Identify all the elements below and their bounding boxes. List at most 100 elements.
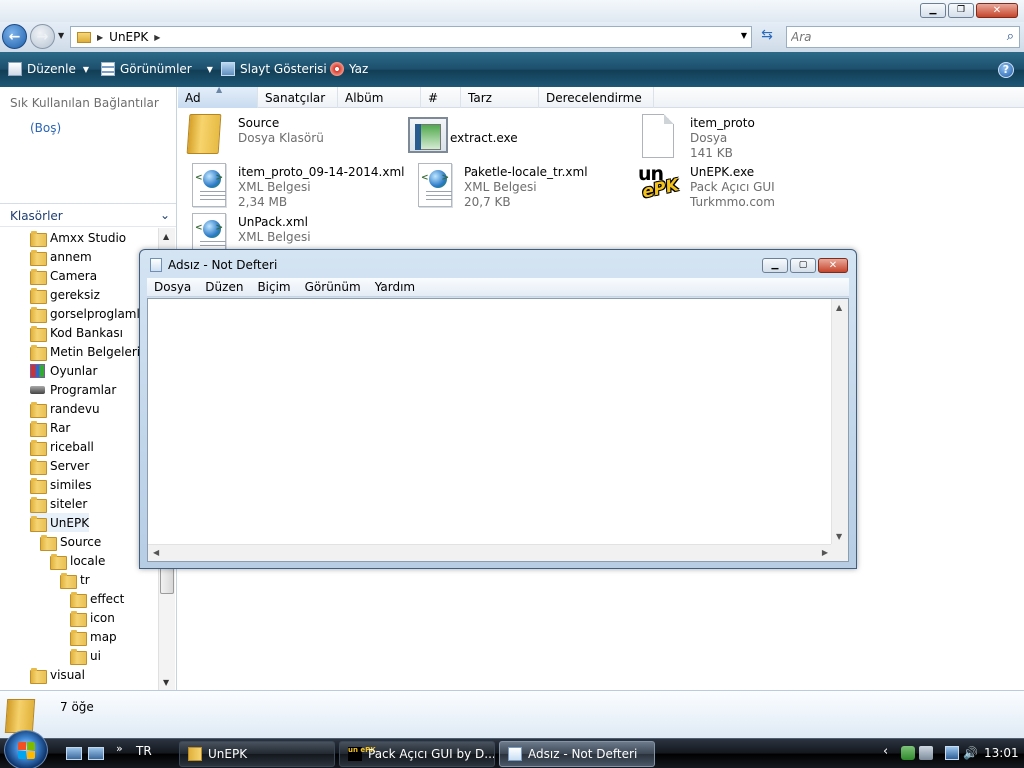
menu-item[interactable]: Biçim: [250, 280, 297, 294]
file-item[interactable]: Source Dosya Klasörü: [178, 111, 398, 161]
scroll-down-icon[interactable]: ▼: [836, 532, 842, 541]
horizontal-scrollbar[interactable]: ◀ ▶: [148, 544, 833, 561]
notepad-close-button[interactable]: ✕: [818, 258, 848, 273]
network-icon[interactable]: [945, 746, 959, 760]
language-indicator[interactable]: TR: [136, 744, 152, 758]
views-button[interactable]: Görünümler ▼: [101, 62, 213, 76]
scroll-right-icon[interactable]: ▶: [822, 548, 828, 557]
file-item[interactable]: item_proto Dosya 141 KB: [630, 111, 850, 161]
column-header[interactable]: Albüm: [338, 87, 421, 108]
organize-button[interactable]: Düzenle ▼: [8, 62, 89, 76]
tree-item[interactable]: map: [70, 627, 117, 646]
size-grip[interactable]: [831, 544, 848, 561]
tree-item[interactable]: UnEPK: [30, 513, 90, 532]
tree-item[interactable]: similes: [30, 475, 92, 494]
vertical-scrollbar[interactable]: ▲ ▼: [831, 299, 848, 545]
tree-item[interactable]: visual: [30, 665, 85, 684]
search-icon[interactable]: ⌕: [1007, 29, 1014, 44]
tree-item[interactable]: Kod Bankası: [30, 323, 123, 342]
tree-item[interactable]: annem: [30, 247, 92, 266]
menu-item[interactable]: Görünüm: [298, 280, 368, 294]
notepad-window[interactable]: Adsız - Not Defteri ▁ ▢ ✕ Dosya Düzen Biçi…: [139, 249, 857, 569]
tree-item[interactable]: gorselproglamlar: [30, 304, 152, 323]
folder-icon: [30, 306, 47, 323]
tree-item[interactable]: randevu: [30, 399, 100, 418]
device-icon[interactable]: [919, 746, 933, 760]
address-dropdown-icon[interactable]: ▼: [741, 31, 747, 40]
switch-windows-icon[interactable]: [88, 747, 104, 760]
column-header[interactable]: Derecelendirme: [539, 87, 654, 108]
chevron-down-icon[interactable]: ⌄: [160, 208, 170, 222]
scroll-up-icon[interactable]: ▲: [163, 232, 169, 241]
security-icon[interactable]: [901, 746, 915, 760]
file-item[interactable]: un ePK UnEPK.exe Pack Açıcı GUI Turkmmo.com: [630, 160, 850, 210]
tree-item[interactable]: locale: [50, 551, 105, 570]
close-button[interactable]: ✕: [976, 3, 1018, 18]
help-button[interactable]: ?: [998, 62, 1014, 78]
scroll-left-icon[interactable]: ◀: [153, 548, 159, 557]
tree-item[interactable]: effect: [70, 589, 124, 608]
breadcrumb-arrow-icon[interactable]: ▶: [97, 33, 103, 42]
tree-item[interactable]: icon: [70, 608, 115, 627]
burn-button[interactable]: Yaz: [330, 62, 368, 76]
address-bar[interactable]: ▶ UnEPK ▶ ▼: [70, 26, 752, 48]
column-header[interactable]: Sanatçılar: [258, 87, 338, 108]
scroll-up-icon[interactable]: ▲: [836, 303, 842, 312]
taskbar-button[interactable]: un ePK Pack Açıcı GUI by D...: [339, 741, 495, 767]
clock[interactable]: 13:01: [984, 746, 1019, 760]
column-header[interactable]: Ad ▲: [178, 85, 258, 108]
tree-item[interactable]: Source: [40, 532, 101, 551]
quick-launch-more-icon[interactable]: »: [116, 742, 123, 755]
tree-item[interactable]: siteler: [30, 494, 87, 513]
tree-item-label: Server: [50, 458, 90, 473]
file-item[interactable]: < > item_proto_09-14-2014.xml XML Belgesi 2,…: [178, 160, 404, 210]
notepad-minimize-button[interactable]: ▁: [762, 258, 788, 273]
back-button[interactable]: ←: [2, 24, 27, 49]
notepad-text-input[interactable]: [148, 299, 832, 544]
maximize-button[interactable]: ❐: [948, 3, 974, 18]
taskbar-button[interactable]: UnEPK: [179, 741, 335, 767]
slideshow-button[interactable]: Slayt Gösterisi: [221, 62, 327, 76]
start-button[interactable]: [4, 730, 48, 768]
search-input[interactable]: [791, 28, 991, 46]
menu-item[interactable]: Düzen: [198, 280, 250, 294]
minimize-button[interactable]: ▁: [920, 3, 946, 18]
file-item[interactable]: extract.exe: [400, 111, 620, 161]
breadcrumb-arrow-icon[interactable]: ▶: [154, 33, 160, 42]
menu-item[interactable]: Dosya: [147, 280, 198, 294]
exe-icon: [408, 117, 448, 153]
tree-item[interactable]: Rar: [30, 418, 70, 437]
file-detail: XML Belgesi: [464, 180, 537, 194]
tree-item[interactable]: Oyunlar: [30, 361, 97, 380]
column-header[interactable]: Tarz: [461, 87, 539, 108]
tree-item[interactable]: Camera: [30, 266, 97, 285]
tree-item[interactable]: tr: [60, 570, 90, 589]
file-name: item_proto: [690, 116, 755, 130]
tree-item[interactable]: Amxx Studio: [30, 228, 126, 247]
volume-icon[interactable]: 🔊: [963, 746, 978, 760]
tray-expand-icon[interactable]: ‹: [883, 744, 888, 759]
recent-pages-dropdown[interactable]: ▼: [58, 31, 64, 40]
taskbar-button[interactable]: Adsız - Not Defteri: [499, 741, 655, 767]
forward-button[interactable]: →: [30, 24, 55, 49]
tree-item[interactable]: Programlar: [30, 380, 116, 399]
menu-item[interactable]: Yardım: [368, 280, 422, 294]
notepad-titlebar[interactable]: Adsız - Not Defteri: [150, 258, 277, 272]
tree-item[interactable]: Metin Belgelerim: [30, 342, 152, 361]
tree-item[interactable]: Server: [30, 456, 89, 475]
scroll-down-icon[interactable]: ▼: [163, 678, 169, 687]
tree-item[interactable]: riceball: [30, 437, 94, 456]
drive-icon: [30, 385, 45, 394]
show-desktop-icon[interactable]: [66, 747, 82, 760]
tree-item[interactable]: ui: [70, 646, 101, 665]
explorer-titlebar[interactable]: ▁ ❐ ✕: [0, 0, 1024, 22]
column-header-label: Albüm: [345, 91, 384, 105]
file-item[interactable]: < > Paketle-locale_tr.xml XML Belgesi 20,7 K…: [404, 160, 624, 210]
breadcrumb-unepk[interactable]: UnEPK: [109, 30, 148, 44]
search-box[interactable]: ⌕: [786, 26, 1020, 48]
tree-item[interactable]: gereksiz: [30, 285, 100, 304]
notepad-maximize-button[interactable]: ▢: [790, 258, 816, 273]
refresh-button[interactable]: ⇆: [756, 27, 778, 47]
column-header[interactable]: #: [421, 87, 461, 108]
folders-header[interactable]: Klasörler ⌄: [0, 203, 176, 227]
